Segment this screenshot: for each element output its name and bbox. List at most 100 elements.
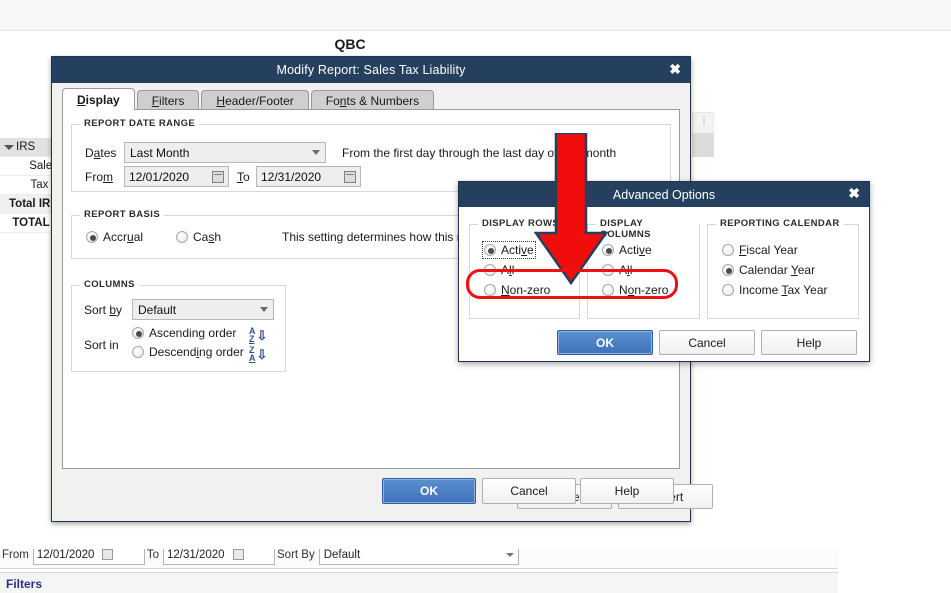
adv-help-button[interactable]: Help bbox=[761, 330, 857, 355]
radio-rows-all[interactable]: All bbox=[484, 263, 514, 277]
tab-fonts-numbers[interactable]: Fonts & Numbers bbox=[310, 90, 435, 111]
radio-rows-non-zero-label: Non-zero bbox=[501, 283, 551, 297]
dates-value: Last Month bbox=[130, 145, 190, 160]
radio-cash[interactable]: Cash bbox=[176, 230, 221, 244]
calendar-icon[interactable] bbox=[344, 170, 356, 183]
chevron-down-icon bbox=[312, 150, 320, 155]
radio-dot-icon bbox=[722, 244, 734, 256]
sort-ascending-icon[interactable]: A Z ⇩ bbox=[249, 327, 267, 344]
radio-descending-label: Descending order bbox=[149, 345, 244, 359]
radio-income-tax-year[interactable]: Income Tax Year bbox=[722, 283, 828, 297]
adv-ok-button-label: OK bbox=[596, 335, 614, 350]
columns-legend: COLUMNS bbox=[80, 279, 139, 290]
bg-from-date-value: 12/01/2020 bbox=[36, 548, 95, 561]
cancel-button[interactable]: Cancel bbox=[482, 478, 576, 504]
sort-by-label: Sort by bbox=[84, 303, 123, 317]
calendar-icon[interactable] bbox=[102, 549, 114, 560]
calendar-icon[interactable] bbox=[212, 170, 224, 183]
scrollbar-thumb[interactable] bbox=[692, 133, 714, 157]
columns-group: COLUMNS Sort by Default Sort in Ascendin… bbox=[71, 279, 286, 372]
radio-dot-icon bbox=[132, 327, 144, 339]
radio-columns-all[interactable]: All bbox=[602, 263, 632, 277]
close-icon[interactable]: ✖ bbox=[848, 185, 860, 202]
to-label: To bbox=[237, 170, 250, 184]
bg-from-label: From bbox=[2, 548, 29, 561]
radio-columns-non-zero[interactable]: Non-zero bbox=[602, 283, 668, 297]
tab-header-footer[interactable]: Header/Footer bbox=[201, 90, 309, 111]
date-range-hint: From the first day through the last day … bbox=[342, 146, 617, 160]
radio-ascending-label: Ascending order bbox=[149, 326, 237, 340]
radio-dot-icon bbox=[602, 284, 614, 296]
bg-to-date-value: 12/31/2020 bbox=[167, 548, 225, 561]
help-button[interactable]: Help bbox=[580, 478, 674, 504]
sort-descending-icon[interactable]: Z A ⇩ bbox=[249, 346, 267, 363]
bg-sort-by-label: Sort By bbox=[277, 548, 315, 561]
tab-filters[interactable]: Filters bbox=[136, 90, 200, 111]
bg-from-date-field[interactable]: 12/01/2020 bbox=[32, 548, 145, 565]
tab-fonts-numbers-label: ts & Numbers bbox=[346, 94, 420, 108]
radio-fiscal-year[interactable]: Fiscal Year bbox=[722, 243, 798, 257]
collapse-triangle-icon[interactable] bbox=[4, 145, 14, 150]
report-date-range-legend: REPORT DATE RANGE bbox=[80, 118, 200, 129]
radio-dot-icon bbox=[484, 244, 496, 256]
radio-accrual[interactable]: Accrual bbox=[86, 230, 143, 244]
reporting-calendar-legend: REPORTING CALENDAR bbox=[716, 218, 844, 229]
radio-ascending-order[interactable]: Ascending order bbox=[132, 326, 236, 340]
table-cell-label: IRS bbox=[16, 141, 36, 153]
table-cell-label: TOTAL bbox=[12, 217, 50, 229]
to-date-value: 12/31/2020 bbox=[261, 169, 322, 184]
display-rows-group: DISPLAY ROWS Active All Non-zero bbox=[469, 218, 580, 319]
sort-by-select[interactable]: Default bbox=[132, 299, 274, 320]
filters-label: Filters bbox=[6, 577, 43, 591]
sort-in-label: Sort in bbox=[84, 338, 119, 352]
tab-header-footer-label: eader/Footer bbox=[225, 94, 294, 108]
radio-dot-icon bbox=[176, 231, 188, 243]
close-icon[interactable]: ✖ bbox=[669, 61, 681, 78]
background-toolbar bbox=[0, 0, 951, 31]
radio-rows-all-label: All bbox=[501, 263, 515, 277]
dates-select[interactable]: Last Month bbox=[124, 142, 326, 163]
display-columns-group: DISPLAY COLUMNS Active All Non-zero bbox=[587, 218, 700, 319]
from-date-value: 12/01/2020 bbox=[129, 169, 190, 184]
display-rows-legend: DISPLAY ROWS bbox=[478, 218, 564, 229]
modify-report-titlebar[interactable]: Modify Report: Sales Tax Liability ✖ bbox=[52, 57, 690, 83]
tab-filters-label: ilters bbox=[159, 94, 185, 108]
adv-cancel-button[interactable]: Cancel bbox=[659, 330, 755, 355]
tab-display-label: isplay bbox=[85, 93, 120, 107]
tab-display[interactable]: Display bbox=[62, 88, 135, 110]
adv-cancel-button-label: Cancel bbox=[688, 335, 726, 350]
radio-cash-label: Cash bbox=[193, 230, 222, 244]
to-date-field[interactable]: 12/31/2020 bbox=[256, 166, 361, 187]
radio-rows-active-label: Active bbox=[501, 243, 534, 257]
chevron-down-icon bbox=[260, 307, 268, 312]
bg-sort-by-value: Default bbox=[323, 548, 361, 561]
radio-accrual-label: Accrual bbox=[103, 230, 144, 244]
tab-bar: Display Filters Header/Footer Fonts & Nu… bbox=[62, 88, 436, 111]
ok-button[interactable]: OK bbox=[382, 478, 476, 504]
radio-columns-non-zero-label: Non-zero bbox=[619, 283, 669, 297]
bg-sort-by-select[interactable]: Default bbox=[318, 548, 519, 565]
radio-calendar-year[interactable]: Calendar Year bbox=[722, 263, 815, 277]
report-basis-legend: REPORT BASIS bbox=[80, 209, 165, 220]
radio-dot-icon bbox=[602, 244, 614, 256]
radio-dot-icon bbox=[86, 231, 98, 243]
background-filters-bar bbox=[0, 572, 838, 593]
advanced-options-titlebar[interactable]: Advanced Options ✖ bbox=[459, 182, 869, 207]
from-label: From bbox=[85, 170, 113, 184]
from-date-field[interactable]: 12/01/2020 bbox=[124, 166, 229, 187]
grip-dots-icon: ⋮ ⋮ bbox=[700, 115, 708, 128]
calendar-icon[interactable] bbox=[232, 549, 244, 560]
advanced-options-body: DISPLAY ROWS Active All Non-zero DISPLAY… bbox=[459, 207, 869, 361]
radio-dot-icon bbox=[484, 264, 496, 276]
radio-descending-order[interactable]: Descending order bbox=[132, 345, 244, 359]
bg-to-date-field[interactable]: 12/31/2020 bbox=[163, 548, 275, 565]
adv-help-button-label: Help bbox=[796, 335, 822, 350]
radio-rows-non-zero[interactable]: Non-zero bbox=[484, 283, 550, 297]
background-report-filter-bar: From 12/01/2020 To 12/31/2020 Sort By De… bbox=[0, 548, 838, 569]
report-basis-hint: This setting determines how this repo bbox=[282, 230, 481, 244]
radio-rows-active[interactable]: Active bbox=[482, 241, 536, 259]
radio-calendar-year-label: Calendar Year bbox=[739, 263, 816, 277]
adv-ok-button[interactable]: OK bbox=[557, 330, 653, 355]
display-columns-legend: DISPLAY COLUMNS bbox=[596, 218, 699, 240]
radio-columns-active[interactable]: Active bbox=[602, 243, 652, 257]
